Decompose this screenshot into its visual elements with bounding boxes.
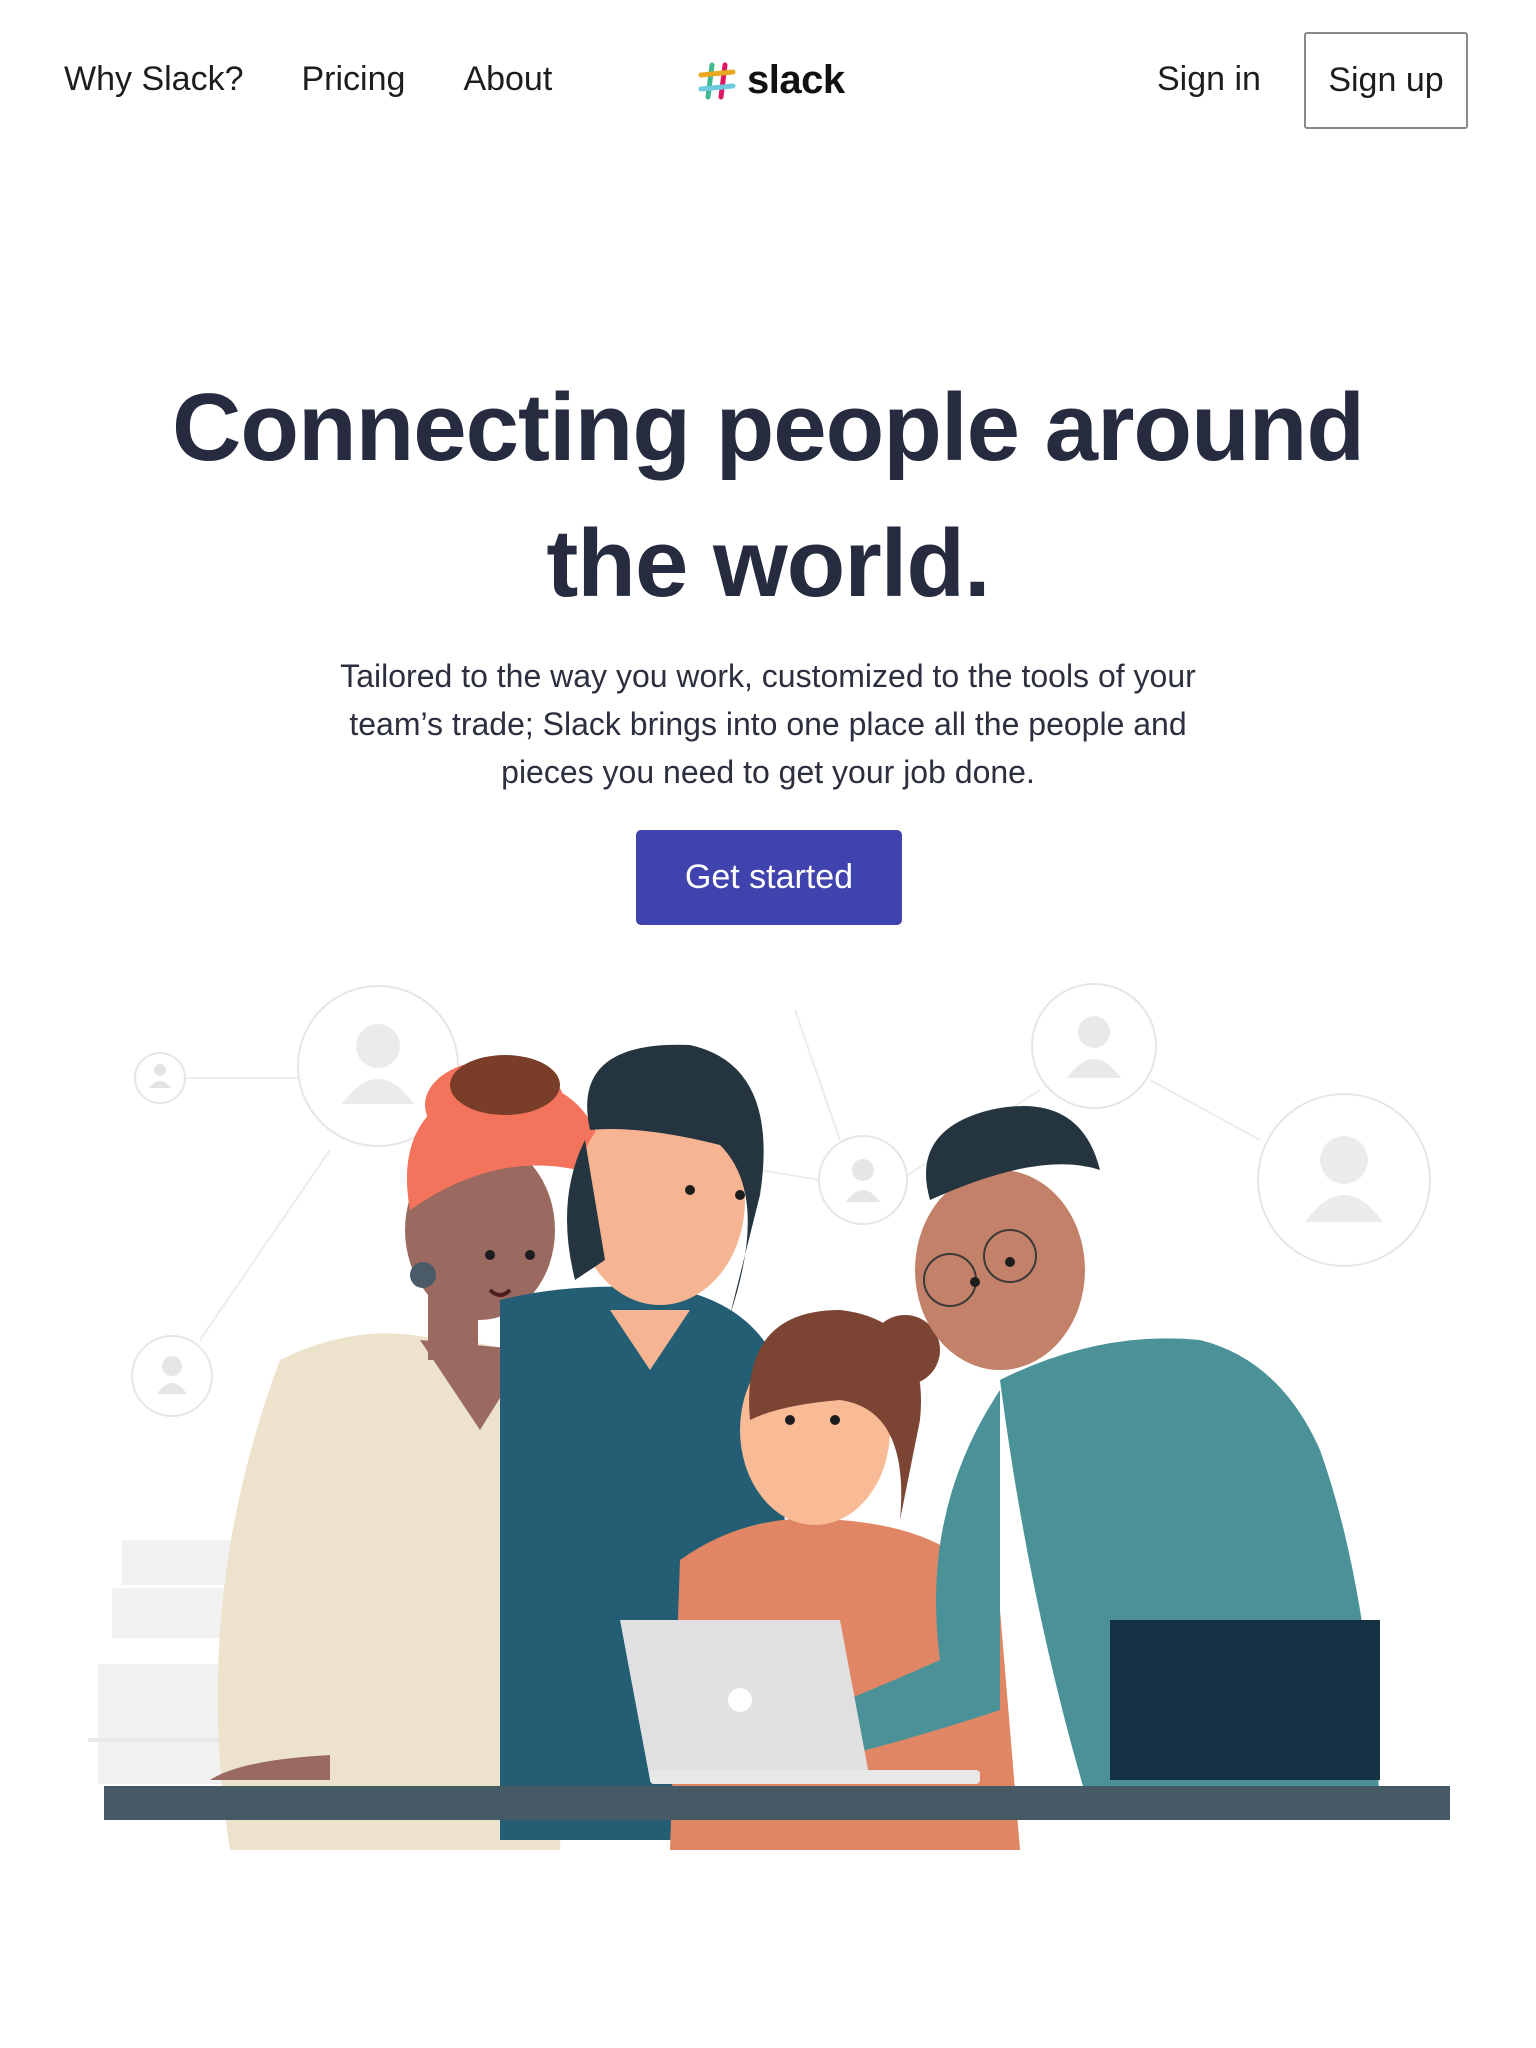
user-bubble [131,1335,213,1417]
hero-title: Connecting people around the world. [0,360,1536,632]
sign-up-button[interactable]: Sign up [1304,32,1468,129]
hero-title-line-2: the world. [546,510,990,617]
sign-in-link[interactable]: Sign in [1157,58,1261,100]
slack-logo[interactable]: slack [697,58,845,103]
nav-link-why-slack[interactable]: Why Slack? [64,58,244,100]
user-bubble [1031,983,1157,1109]
hero-subtitle: Tailored to the way you work, customized… [298,652,1238,796]
get-started-button[interactable]: Get started [636,830,902,925]
slack-hash-icon [698,62,736,99]
logo-wordmark: slack [747,58,845,102]
hero-illustration [88,983,1450,1850]
user-bubble [134,1052,186,1104]
nav-links: Why Slack? Pricing About [64,58,610,100]
nav-link-pricing[interactable]: Pricing [302,58,406,100]
top-navigation: Why Slack? Pricing About slack Sign in S… [0,0,1536,164]
nav-link-about[interactable]: About [463,58,552,100]
desk [104,1786,1450,1820]
hero-subtitle-line-3: pieces you need to get your job done. [501,754,1035,790]
user-bubble [818,1135,908,1225]
hero-subtitle-line-2: team’s trade; Slack brings into one plac… [349,706,1187,742]
user-bubble [1257,1093,1431,1267]
hero-subtitle-line-1: Tailored to the way you work, customized… [340,658,1196,694]
hero-title-line-1: Connecting people around [172,374,1365,481]
